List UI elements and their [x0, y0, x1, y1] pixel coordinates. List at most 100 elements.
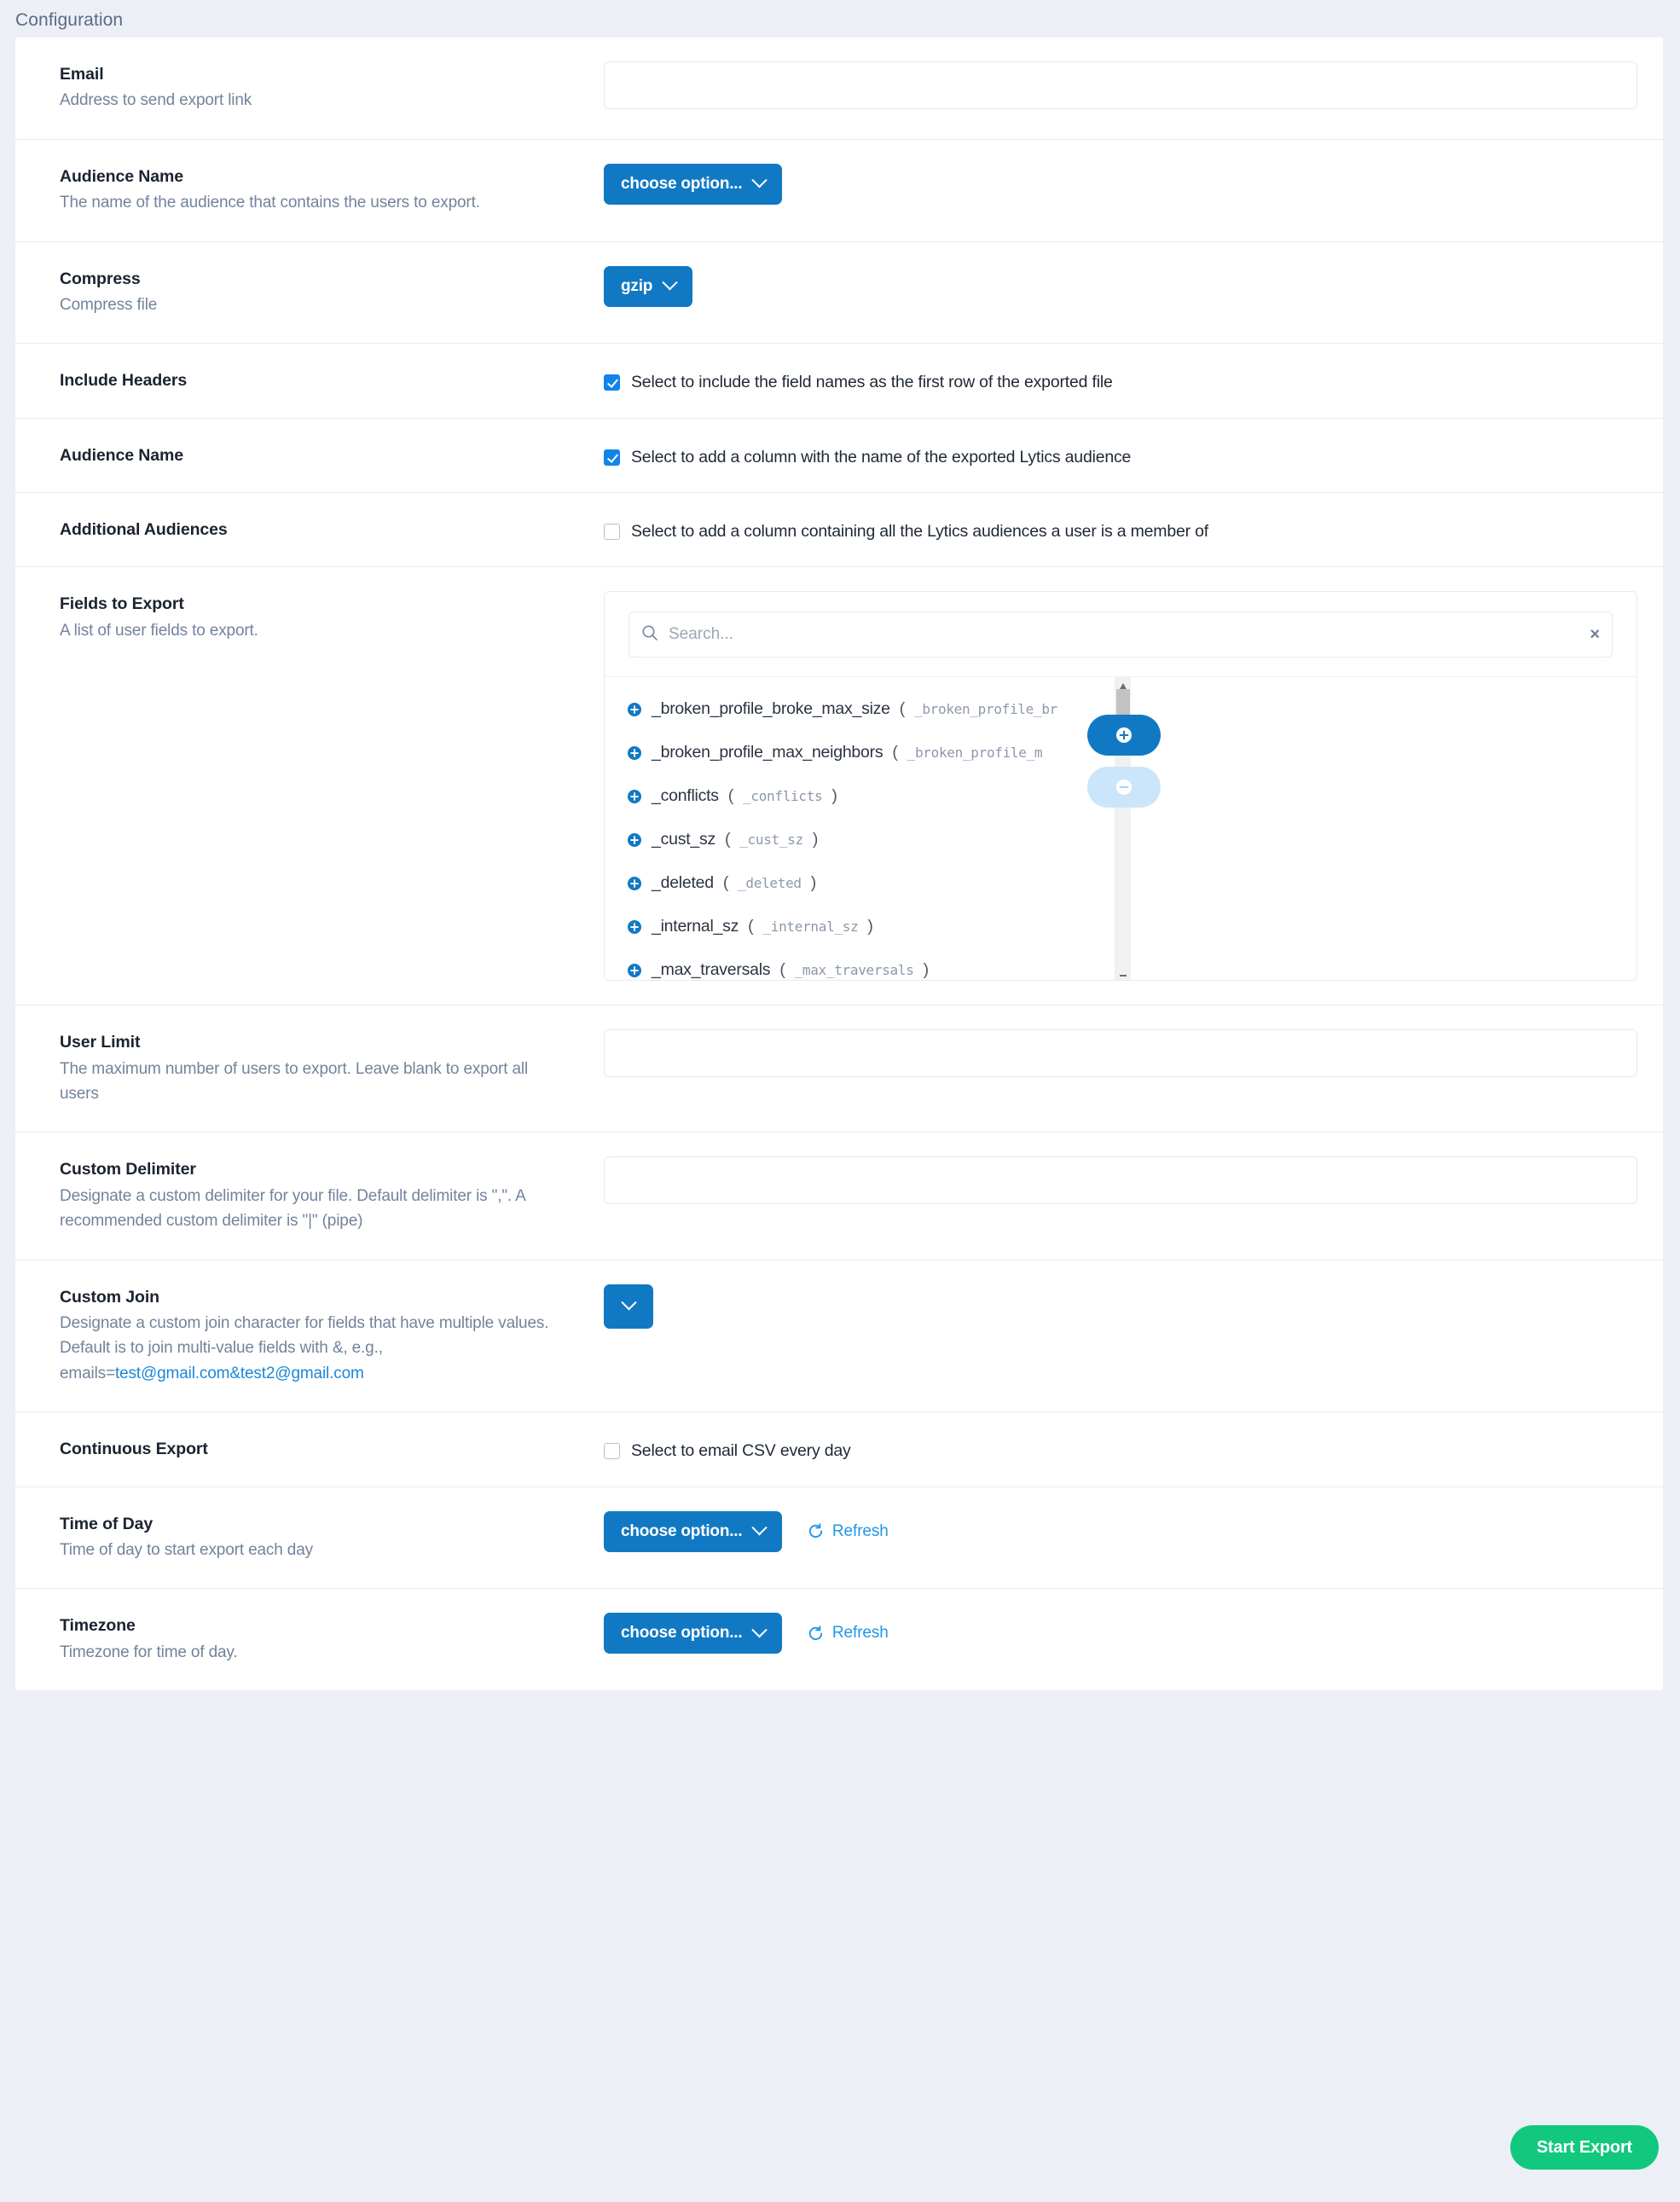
add-field-icon[interactable] — [627, 789, 642, 804]
fields-to-export-description: A list of user fields to export. — [60, 621, 258, 640]
row-user-limit-field — [604, 1005, 1663, 1132]
scroll-up-arrow-icon[interactable] — [1119, 680, 1127, 690]
fields-list-inner: _broken_profile_broke_max_size ( _broken… — [605, 677, 1133, 980]
include-headers-checkbox[interactable] — [604, 374, 620, 391]
list-item-paren-close: ) — [810, 873, 817, 893]
audience-name-column-checkbox-label: Select to add a column with the name of … — [631, 447, 1132, 466]
list-item[interactable]: _broken_profile_broke_max_size ( _broken… — [605, 687, 1133, 731]
chevron-down-icon — [620, 1295, 637, 1311]
row-additional-audiences-field: Select to add a column containing all th… — [604, 493, 1663, 566]
time-of-day-dropdown[interactable]: choose option... — [604, 1510, 783, 1552]
list-item[interactable]: _internal_sz ( _internal_sz ) — [605, 905, 1133, 948]
timezone-refresh-label: Refresh — [831, 1624, 889, 1643]
row-timezone-field: choose option... Refresh — [604, 1589, 1663, 1690]
add-field-icon[interactable] — [627, 832, 642, 848]
add-field-icon[interactable] — [627, 876, 642, 891]
custom-delimiter-description: Designate a custom delimiter for your fi… — [60, 1186, 525, 1231]
add-field-icon[interactable] — [627, 919, 642, 935]
list-item-paren-open: ( — [724, 830, 731, 849]
scroll-down-arrow-icon[interactable] — [1119, 969, 1127, 977]
additional-audiences-checkbox[interactable] — [604, 523, 620, 540]
list-item[interactable]: _deleted ( _deleted ) — [605, 861, 1133, 905]
row-audience-name-label: Audience Name The name of the audience t… — [15, 140, 604, 241]
row-email-label: Email Address to send export link — [15, 38, 604, 139]
compress-description: Compress file — [60, 295, 158, 314]
list-item-slug: _internal_sz — [762, 918, 859, 936]
list-item-paren-open: ( — [722, 873, 729, 893]
compress-dropdown-label: gzip — [621, 276, 653, 295]
list-item-slug: _broken_profile_br — [914, 701, 1058, 718]
include-headers-checkbox-line[interactable]: Select to include the field names as the… — [604, 368, 1637, 392]
row-custom-join-field — [604, 1260, 1663, 1412]
audience-name-dropdown[interactable]: choose option... — [604, 163, 783, 205]
user-limit-input[interactable] — [604, 1029, 1637, 1078]
row-time-of-day: Time of Day Time of day to start export … — [15, 1487, 1663, 1590]
row-custom-join: Custom Join Designate a custom join char… — [15, 1260, 1663, 1413]
custom-join-example-link[interactable]: test@gmail.com&test2@gmail.com — [115, 1365, 364, 1382]
fields-list: _broken_profile_broke_max_size ( _broken… — [605, 677, 1637, 981]
configuration-page: Configuration Email Address to send expo… — [0, 0, 1680, 2202]
time-of-day-refresh-button[interactable]: Refresh — [807, 1522, 889, 1541]
list-item-name: _broken_profile_broke_max_size — [652, 699, 890, 719]
row-audience-name-column: Audience Name Select to add a column wit… — [15, 419, 1663, 493]
timezone-refresh-button[interactable]: Refresh — [807, 1624, 889, 1643]
list-item-name: _deleted — [652, 873, 714, 893]
time-of-day-dropdown-label: choose option... — [621, 1521, 743, 1540]
additional-audiences-checkbox-line[interactable]: Select to add a column containing all th… — [604, 517, 1637, 542]
list-item[interactable]: _broken_profile_max_neighbors ( _broken_… — [605, 731, 1133, 774]
list-item-slug: _cust_sz — [739, 832, 803, 849]
email-input[interactable] — [604, 61, 1637, 109]
list-item-paren-close: ) — [867, 917, 873, 936]
list-item-paren-open: ( — [748, 917, 754, 936]
custom-join-title: Custom Join — [60, 1287, 159, 1307]
continuous-export-title: Continuous Export — [60, 1440, 208, 1459]
timezone-dropdown-label: choose option... — [621, 1624, 743, 1643]
fields-to-export-title: Fields to Export — [60, 594, 184, 614]
list-item[interactable]: _conflicts ( _conflicts ) — [605, 774, 1133, 818]
audience-name-column-checkbox[interactable] — [604, 449, 620, 466]
compress-title: Compress — [60, 269, 141, 288]
audience-name-column-checkbox-line[interactable]: Select to add a column with the name of … — [604, 443, 1637, 467]
email-title: Email — [60, 65, 104, 84]
clear-search-icon[interactable]: × — [1581, 626, 1600, 643]
chevron-down-icon — [751, 172, 768, 188]
list-item-slug: _max_traversals — [794, 962, 914, 979]
list-item[interactable]: _max_traversals ( _max_traversals ) — [605, 948, 1133, 980]
row-include-headers-field: Select to include the field names as the… — [604, 344, 1663, 417]
include-headers-title: Include Headers — [60, 371, 188, 391]
row-audience-name-field: choose option... — [604, 140, 1663, 241]
row-compress-label: Compress Compress file — [15, 242, 604, 344]
timezone-dropdown[interactable]: choose option... — [604, 1613, 783, 1654]
chevron-down-icon — [662, 275, 678, 291]
row-custom-delimiter-label: Custom Delimiter Designate a custom deli… — [15, 1133, 604, 1259]
add-field-icon[interactable] — [627, 963, 642, 978]
compress-dropdown[interactable]: gzip — [604, 265, 693, 307]
custom-join-dropdown[interactable] — [604, 1284, 653, 1329]
list-item-paren-close: ) — [923, 960, 930, 980]
additional-audiences-checkbox-label: Select to add a column containing all th… — [631, 521, 1208, 541]
fields-search-input[interactable] — [669, 625, 1582, 645]
minus-circle-icon — [1116, 779, 1132, 796]
remove-selected-fields-button[interactable] — [1087, 767, 1161, 808]
continuous-export-checkbox-line[interactable]: Select to email CSV every day — [604, 1436, 1637, 1461]
start-export-button[interactable]: Start Export — [1509, 2125, 1659, 2170]
list-item-slug: _deleted — [738, 875, 802, 892]
row-custom-join-label: Custom Join Designate a custom join char… — [15, 1260, 604, 1412]
user-limit-title: User Limit — [60, 1033, 141, 1052]
email-description: Address to send export link — [60, 91, 252, 110]
timezone-description: Timezone for time of day. — [60, 1643, 238, 1661]
row-fields-to-export-label: Fields to Export A list of user fields t… — [15, 567, 604, 1005]
row-audience-name-select: Audience Name The name of the audience t… — [15, 140, 1663, 242]
row-email-field — [604, 38, 1663, 139]
list-item-paren-open: ( — [727, 786, 734, 806]
list-item[interactable]: _cust_sz ( _cust_sz ) — [605, 818, 1133, 861]
custom-delimiter-input[interactable] — [604, 1156, 1637, 1205]
add-field-icon[interactable] — [627, 745, 642, 761]
continuous-export-checkbox[interactable] — [604, 1443, 620, 1460]
add-field-icon[interactable] — [627, 702, 642, 717]
add-selected-fields-button[interactable] — [1087, 715, 1161, 756]
user-limit-description: The maximum number of users to export. L… — [60, 1059, 529, 1103]
list-item-name: _cust_sz — [652, 830, 715, 849]
fields-search-box[interactable]: × — [629, 611, 1613, 658]
row-continuous-export-field: Select to email CSV every day — [604, 1412, 1663, 1486]
